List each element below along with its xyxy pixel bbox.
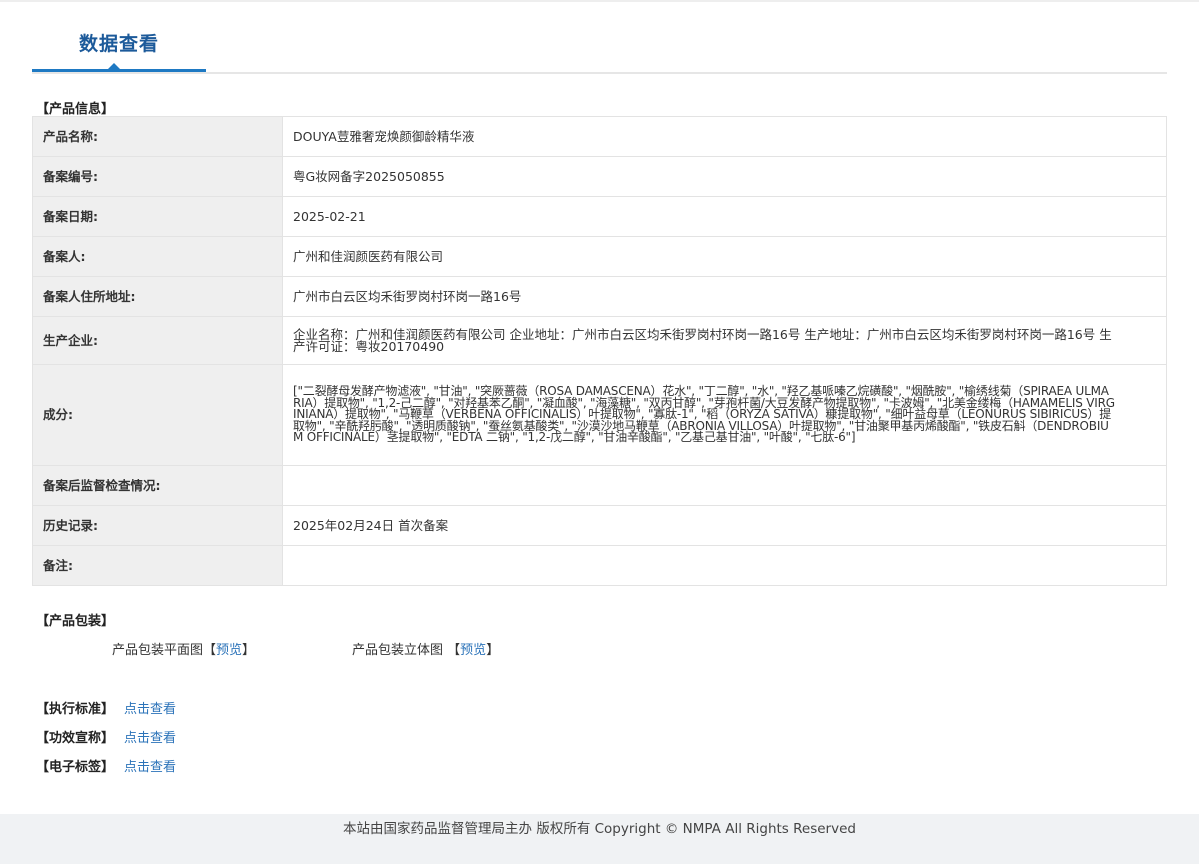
- record-date-value: 2025-02-21: [282, 196, 1167, 237]
- table-row: 备案人住所地址: 广州市白云区均禾街罗岗村环岗一路16号: [32, 276, 1167, 317]
- execution-standard-link[interactable]: 点击查看: [124, 702, 176, 717]
- packaging-stereo-preview-link[interactable]: 预览: [460, 643, 486, 658]
- tab-active-caret-icon: [108, 63, 120, 69]
- footer: 本站由国家药品监督管理局主办 版权所有 Copyright © NMPA All…: [0, 814, 1199, 864]
- row-label: 备案人住所地址:: [32, 276, 283, 317]
- footer-copyright: 本站由国家药品监督管理局主办 版权所有 Copyright © NMPA All…: [343, 821, 856, 837]
- packaging-title: 【产品包装】: [36, 614, 115, 629]
- execution-standard-label: 【执行标准】: [36, 702, 115, 717]
- row-label: 产品名称:: [32, 116, 283, 157]
- table-row: 备注:: [32, 545, 1167, 586]
- table-row: 备案日期: 2025-02-21: [32, 196, 1167, 237]
- electronic-label-row: 【电子标签】 点击查看: [36, 756, 176, 775]
- record-number-value: 粤G妆网备字2025050855: [282, 156, 1167, 197]
- table-row: 成分: ["二裂酵母发酵产物滤液", "甘油", "突厥蔷薇（ROSA DAMA…: [32, 364, 1167, 466]
- tab-data-view[interactable]: 数据查看: [32, 0, 206, 72]
- tab-title: 数据查看: [78, 33, 159, 55]
- row-label: 备案日期:: [32, 196, 283, 237]
- row-label: 备案编号:: [32, 156, 283, 197]
- registrant-value: 广州和佳润颜医药有限公司: [282, 236, 1167, 277]
- row-label: 生产企业:: [32, 316, 283, 365]
- product-info-table: 产品名称: DOUYA荳雅奢宠焕颜御龄精华液 备案编号: 粤G妆网备字20250…: [32, 116, 1167, 586]
- bracket-close: 】: [486, 643, 500, 658]
- bracket-open: 【: [203, 643, 217, 658]
- packaging-flat-item: 产品包装平面图【预览】: [112, 639, 255, 658]
- history-value: 2025年02月24日 首次备案: [282, 505, 1167, 546]
- table-row: 历史记录: 2025年02月24日 首次备案: [32, 505, 1167, 546]
- row-label: 成分:: [32, 364, 283, 466]
- product-info-title: 【产品信息】: [36, 102, 115, 117]
- row-label: 备注:: [32, 545, 283, 586]
- electronic-label-label: 【电子标签】: [36, 760, 115, 775]
- bracket-close: 】: [242, 643, 256, 658]
- remarks-value: [282, 545, 1167, 586]
- electronic-label-link[interactable]: 点击查看: [124, 760, 176, 775]
- table-row: 产品名称: DOUYA荳雅奢宠焕颜御龄精华液: [32, 116, 1167, 157]
- efficacy-claim-label: 【功效宣称】: [36, 731, 115, 746]
- table-row: 备案人: 广州和佳润颜医药有限公司: [32, 236, 1167, 277]
- ingredients-value: ["二裂酵母发酵产物滤液", "甘油", "突厥蔷薇（ROSA DAMASCEN…: [282, 364, 1167, 466]
- registrant-address-value: 广州市白云区均禾街罗岗村环岗一路16号: [282, 276, 1167, 317]
- efficacy-claim-link[interactable]: 点击查看: [124, 731, 176, 746]
- inspection-status-value: [282, 465, 1167, 506]
- packaging-flat-label: 产品包装平面图: [112, 643, 204, 658]
- table-row: 生产企业: 企业名称：广州和佳润颜医药有限公司 企业地址：广州市白云区均禾街罗岗…: [32, 316, 1167, 365]
- packaging-stereo-label: 产品包装立体图: [352, 643, 444, 658]
- packaging-flat-preview-link[interactable]: 预览: [216, 643, 242, 658]
- product-name-value: DOUYA荳雅奢宠焕颜御龄精华液: [282, 116, 1167, 157]
- tab-bar: 数据查看: [32, 0, 1167, 74]
- table-row: 备案后监督检查情况:: [32, 465, 1167, 506]
- row-label: 历史记录:: [32, 505, 283, 546]
- table-row: 备案编号: 粤G妆网备字2025050855: [32, 156, 1167, 197]
- row-label: 备案后监督检查情况:: [32, 465, 283, 506]
- packaging-stereo-item: 产品包装立体图 【预览】: [352, 639, 499, 658]
- execution-standard-row: 【执行标准】 点击查看: [36, 698, 176, 717]
- manufacturer-value: 企业名称：广州和佳润颜医药有限公司 企业地址：广州市白云区均禾街罗岗村环岗一路1…: [282, 316, 1167, 365]
- row-label: 备案人:: [32, 236, 283, 277]
- bracket-open: 【: [447, 643, 461, 658]
- efficacy-claim-row: 【功效宣称】 点击查看: [36, 727, 176, 746]
